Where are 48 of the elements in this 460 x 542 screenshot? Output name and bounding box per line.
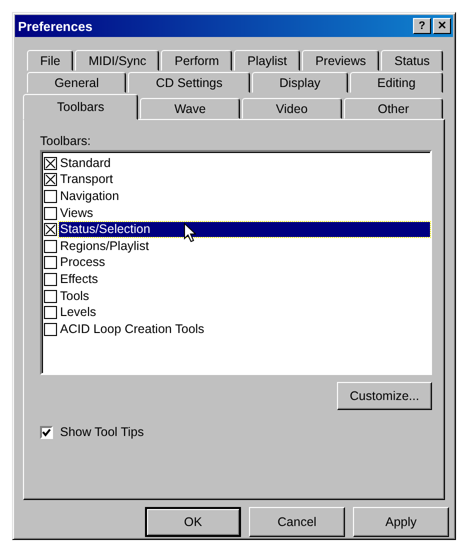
- apply-button[interactable]: Apply: [353, 507, 449, 537]
- list-item[interactable]: Levels: [59, 305, 98, 320]
- tab[interactable]: Status: [381, 50, 443, 71]
- tab[interactable]: Other: [344, 98, 444, 119]
- checkbox[interactable]: [44, 156, 57, 170]
- list-item[interactable]: Standard: [59, 156, 112, 171]
- toolbars-label: Toolbars:: [40, 134, 92, 148]
- help-button[interactable]: ?: [413, 18, 431, 34]
- ok-button[interactable]: OK: [145, 507, 241, 537]
- checkbox[interactable]: [44, 173, 57, 186]
- checkbox[interactable]: [44, 240, 57, 253]
- checkbox[interactable]: [40, 426, 53, 438]
- checkbox[interactable]: [44, 256, 57, 270]
- tab[interactable]: Perform: [161, 50, 232, 71]
- list-item[interactable]: Regions/Playlist: [59, 238, 150, 254]
- tab[interactable]: Wave: [140, 98, 240, 119]
- tab[interactable]: Previews: [302, 50, 380, 71]
- list-item[interactable]: Status/Selection: [59, 222, 430, 238]
- toolbars-list[interactable]: Standard Transport Navigation Views Status/Selection Regions/Playlist Process Effects Tools Levels ACID Loop Creation Tools: [40, 150, 432, 375]
- cancel-button[interactable]: Cancel: [249, 507, 345, 537]
- checkbox[interactable]: [44, 206, 57, 220]
- window-title: Preferences: [18, 18, 92, 34]
- mouse-pointer-icon: [184, 223, 196, 242]
- list-item[interactable]: Tools: [59, 288, 90, 304]
- close-button[interactable]: ✕: [433, 18, 451, 34]
- tab[interactable]: Toolbars: [23, 94, 138, 120]
- list-item[interactable]: Navigation: [59, 188, 120, 204]
- tab[interactable]: Display: [252, 72, 348, 93]
- list-item[interactable]: Effects: [59, 272, 99, 287]
- tab[interactable]: Editing: [350, 72, 443, 93]
- checkbox[interactable]: [44, 322, 57, 336]
- list-item[interactable]: ACID Loop Creation Tools: [59, 322, 206, 337]
- checkbox[interactable]: [44, 290, 57, 303]
- checkbox[interactable]: [44, 272, 57, 286]
- list-item[interactable]: Views: [59, 206, 94, 221]
- tab[interactable]: MIDI/Sync: [75, 50, 160, 71]
- customize-button[interactable]: Customize...: [337, 382, 432, 410]
- tab[interactable]: CD Settings: [128, 72, 250, 93]
- tab[interactable]: File: [27, 50, 74, 71]
- tab[interactable]: Video: [242, 98, 342, 119]
- list-item[interactable]: Process: [59, 255, 106, 270]
- tab[interactable]: General: [27, 72, 126, 93]
- show-tool-tips-label[interactable]: Show Tool Tips: [60, 425, 144, 439]
- tab[interactable]: Playlist: [234, 50, 300, 71]
- checkbox[interactable]: [44, 306, 57, 320]
- list-item[interactable]: Transport: [59, 172, 114, 188]
- checkbox[interactable]: [44, 190, 57, 203]
- checkbox[interactable]: [44, 223, 57, 236]
